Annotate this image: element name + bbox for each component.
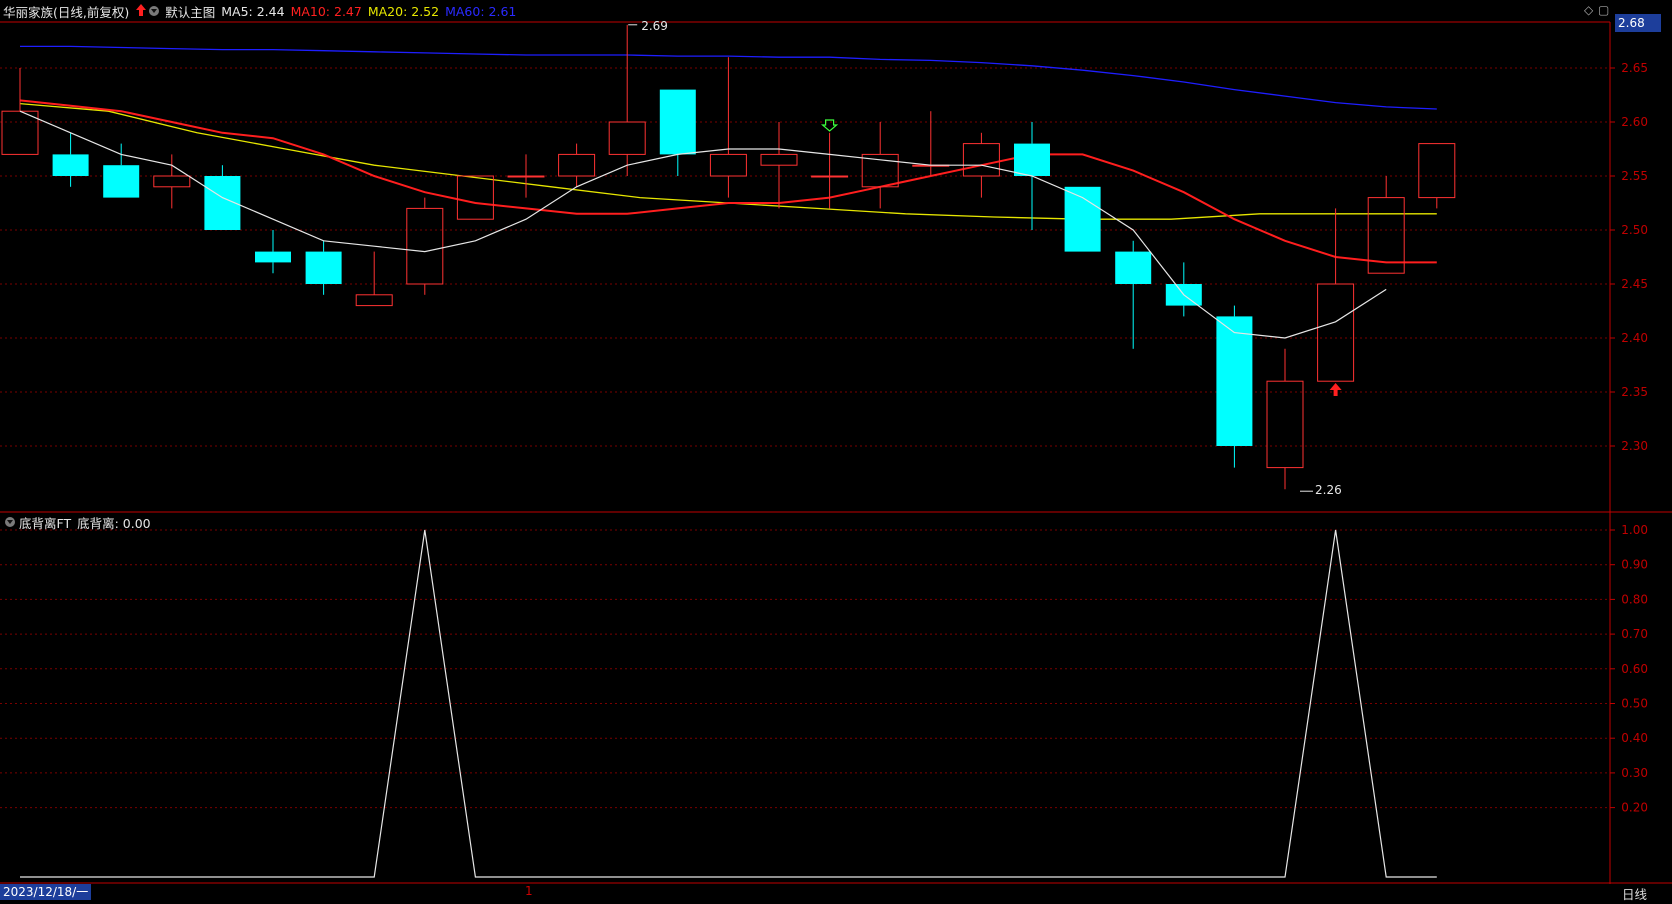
candle-body-up <box>153 175 191 188</box>
candle-body-down <box>1216 316 1253 446</box>
indicator-name[interactable]: 底背离FT <box>19 513 71 532</box>
candle-body-down <box>255 251 291 263</box>
candle-body-up <box>608 121 646 155</box>
y-tick-label: 0.60 <box>1621 662 1648 676</box>
y-tick-label: 0.30 <box>1621 766 1648 780</box>
price-chart-canvas: 2.69 2.26 2.65 2.60 2.55 2.50 2.45 2.40 2.35 2.3… <box>0 19 1672 884</box>
y-tick-label: 2.50 <box>1621 223 1648 237</box>
buy-signal-down-arrow-icon <box>820 119 839 132</box>
candle-body-up <box>558 153 596 177</box>
candle-body-up <box>760 153 798 166</box>
candle-body-up <box>507 175 545 178</box>
candle-body-down <box>659 89 696 155</box>
candle-body-down <box>52 154 89 176</box>
candle-body-up <box>456 175 494 220</box>
candle-body-up <box>811 175 849 178</box>
indicator-value: 底背离: 0.00 <box>77 515 151 531</box>
y-tick-label: 2.45 <box>1621 277 1648 291</box>
y-tick-label: 2.55 <box>1621 169 1648 183</box>
y-tick-label: 0.90 <box>1621 558 1648 572</box>
candle-body-up <box>1 110 39 155</box>
period-label[interactable]: 日线 <box>1622 884 1647 903</box>
stock-chart-window: 华丽家族(日线,前复权) 默认主图 MA5: 2.44 MA10: 2.47 M… <box>0 0 1672 904</box>
candle-body-up <box>355 294 393 307</box>
divergence-indicator-line <box>20 529 1437 878</box>
candle-body-up <box>962 143 1000 177</box>
y-tick-label: 2.30 <box>1621 439 1648 453</box>
candle-body-down <box>1064 186 1101 252</box>
y-tick-label: 1.00 <box>1621 523 1648 537</box>
y-tick-label: 0.80 <box>1621 592 1648 606</box>
candle-body-down <box>1115 251 1152 284</box>
candle-body-up <box>1418 143 1456 199</box>
candle-body-up <box>709 153 747 177</box>
candle-body-up <box>406 207 444 285</box>
y-tick-label: 2.40 <box>1621 331 1648 345</box>
y-tick-label: 0.40 <box>1621 731 1648 745</box>
low-price-annotation: 2.26 <box>1315 483 1342 497</box>
indicator-dropdown-circle-icon[interactable] <box>5 517 15 527</box>
y-tick-label: 0.20 <box>1621 801 1648 815</box>
high-price-annotation: 2.69 <box>641 19 668 33</box>
y-tick-label: 2.35 <box>1621 385 1648 399</box>
candle-body-down <box>103 165 140 198</box>
candle-body-up <box>1266 380 1304 469</box>
candle-body-down <box>305 251 342 284</box>
y-tick-label: 0.70 <box>1621 627 1648 641</box>
y-tick-label: 2.65 <box>1621 61 1648 75</box>
date-cursor-tag: 2023/12/18/一 <box>0 884 92 900</box>
candle-body-down <box>1014 143 1050 176</box>
candle-body-up <box>1317 283 1355 382</box>
y-tick-label: 2.60 <box>1621 115 1648 129</box>
cursor-position-marker: 1 <box>525 884 533 898</box>
bottom-signal-up-arrow-icon <box>1329 383 1342 396</box>
y-tick-label: 0.50 <box>1621 697 1648 711</box>
indicator-header: 底背离FT 底背离: 0.00 <box>0 512 151 532</box>
